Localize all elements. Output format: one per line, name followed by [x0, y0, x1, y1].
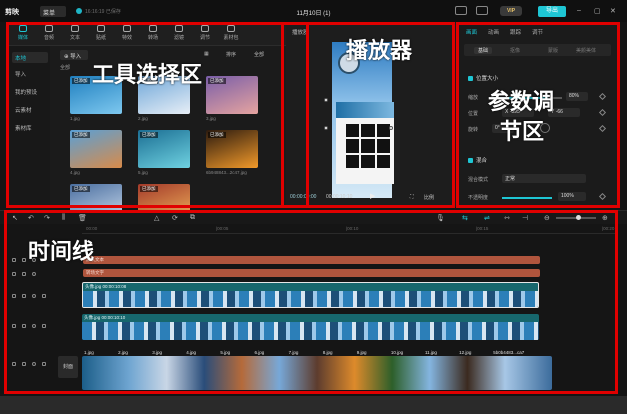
project-title: 11月10日 (1) [296, 11, 331, 17]
title-bar: 剪映 菜单 16:16:19 已保存 11月10日 (1) VIP 导出 – ▢… [0, 0, 627, 22]
window-bottom-edge [0, 396, 627, 414]
shortcut-icon[interactable] [455, 6, 467, 15]
maximize-icon[interactable]: ▢ [594, 7, 601, 15]
tools-zone-label: 工具选择区 [92, 63, 203, 88]
vip-badge[interactable]: VIP [500, 6, 522, 16]
tools-zone-box [6, 22, 309, 208]
player-zone-label: 播放器 [346, 39, 413, 64]
timeline-zone-box [4, 210, 618, 394]
timeline-zone-label: 时间线 [28, 240, 95, 265]
close-icon[interactable]: ✕ [610, 7, 616, 15]
props-zone-label-2: 节区 [500, 120, 545, 145]
props-zone-label-1: 参数调 [488, 90, 555, 115]
export-button[interactable]: 导出 [538, 6, 566, 17]
minimize-icon[interactable]: – [577, 7, 581, 14]
layout-icon[interactable] [476, 6, 488, 15]
